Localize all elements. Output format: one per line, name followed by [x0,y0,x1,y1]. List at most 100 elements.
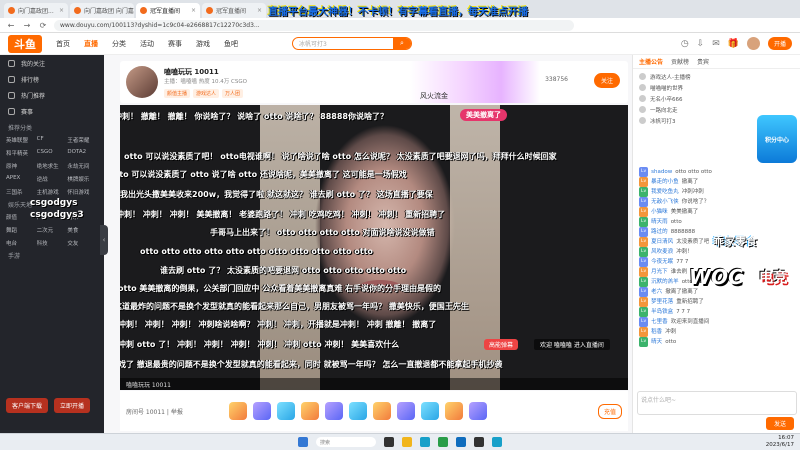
nav-home[interactable]: 首页 [56,39,70,49]
browser-tab[interactable]: 向门嘉政团 向门嘉政团× [70,3,134,18]
gift-item[interactable] [396,402,415,420]
close-tab-icon[interactable]: × [191,7,196,14]
sidebar-item-rank[interactable]: 排行榜 [0,71,104,87]
category-link[interactable]: 主机游戏 [37,188,68,196]
category-link[interactable]: 绝地求生 [37,162,68,170]
search-icon[interactable]: ⌕ [393,38,411,49]
danmaku: otto 可以说没素质了吧！ otto电视谁啊！ 说了啥说了啥 otto 怎么说… [124,152,557,161]
category-link[interactable]: 逆战 [37,175,68,183]
url-input[interactable]: www.douyu.com/100113?dyshid=1c9c04-e2668… [54,19,574,31]
list-item[interactable]: 一路向北走 [639,104,794,115]
download-icon[interactable]: ⇩ [697,39,705,49]
category-link[interactable]: APEX [6,175,37,183]
high-energy-danmaku-button[interactable]: 高能弹幕 [484,339,519,350]
category-link[interactable]: 英雄联盟 [6,136,37,144]
gift-item[interactable] [372,402,391,420]
close-tab-icon[interactable]: × [257,7,262,14]
streamer-avatar[interactable] [126,66,158,98]
reload-icon[interactable]: ⟳ [38,21,48,30]
level-badge: Lv [639,227,649,237]
os-taskbar: 搜索 16:07 2023/6/17 [0,433,800,450]
gift-item[interactable] [252,402,271,420]
nav-events[interactable]: 活动 [140,39,154,49]
category-link[interactable]: 王者荣耀 [67,136,98,144]
points-center-promo[interactable]: 积分中心 [757,115,797,163]
nav-games[interactable]: 游戏 [196,39,210,49]
category-link[interactable]: 科技 [37,239,68,247]
start-live-button[interactable]: 开播 [767,37,792,50]
go-live-button[interactable]: 立即开播 [54,398,91,413]
category-link[interactable]: DOTA2 [67,149,98,157]
nav-live[interactable]: 直播 [84,39,98,49]
category-link[interactable]: 永劫无间 [67,162,98,170]
search-input[interactable]: 冰帆可打3 ⌕ [292,37,412,50]
browser-tab[interactable]: 向门嘉政团... × [4,3,68,18]
gift-item[interactable] [276,402,295,420]
task-view-icon[interactable] [384,437,394,447]
tab-contribution[interactable]: 贡献榜 [671,57,689,66]
category-link[interactable]: 原神 [6,162,37,170]
recharge-button[interactable]: 充值 [597,403,622,419]
sidebar-item-events[interactable]: 赛事 [0,103,104,119]
tab-announcement[interactable]: 主播公告 [639,57,663,66]
room-tag[interactable]: 游戏达人 [193,89,220,98]
tab-vip[interactable]: 贵宾 [697,57,709,66]
level-badge: Lv [639,327,649,337]
level-badge: Lv [639,237,649,247]
chrome-icon[interactable] [438,437,448,447]
gift-item[interactable] [324,402,343,420]
room-tag[interactable]: 颜值主播 [164,89,191,98]
sidebar-collapse-handle[interactable]: ‹ [100,225,108,255]
send-button[interactable]: 发送 [765,417,794,430]
category-link[interactable]: 二次元 [37,226,68,234]
level-badge: Lv [639,267,649,277]
back-icon[interactable]: ← [6,21,16,30]
sidebar-item-hot[interactable]: 热门推荐 [0,87,104,103]
room-tag[interactable]: 万人团 [222,89,244,98]
browser-tab[interactable]: 冠军直播间 × [202,3,266,18]
nav-matches[interactable]: 赛事 [168,39,182,49]
category-link[interactable]: 和平精英 [6,149,37,157]
taskbar-search[interactable]: 搜索 [316,437,376,447]
gift-item[interactable] [228,402,247,420]
site-logo[interactable]: 斗鱼 [8,34,42,53]
sidebar-item-follow[interactable]: 我的关注 [0,55,104,71]
windows-start-icon[interactable] [298,437,308,447]
forward-icon[interactable]: → [22,21,32,30]
gift-item[interactable] [444,402,463,420]
close-tab-icon[interactable]: × [59,7,64,14]
gift-icon[interactable]: 🎁 [728,39,739,49]
gift-item[interactable] [348,402,367,420]
main-content: 嗑嗑玩玩 10011 主播：嗑嗑嗑 热度 10.4万 CSGO 颜值主播 游戏达… [104,55,632,433]
category-link[interactable]: 美食 [67,226,98,234]
edge-browser-icon[interactable] [420,437,430,447]
gift-item[interactable] [468,402,487,420]
avatar[interactable] [746,37,760,50]
history-icon[interactable]: ◷ [681,39,689,49]
category-link[interactable]: 怀旧游戏 [67,188,98,196]
store-icon[interactable] [456,437,466,447]
category-link[interactable]: 棋牌娱乐 [67,175,98,183]
steam-icon[interactable] [474,437,484,447]
list-item[interactable]: 喵喵喵的世界 [639,82,794,93]
category-link[interactable]: CF [37,136,68,144]
gift-item[interactable] [420,402,439,420]
app-icon[interactable] [492,437,502,447]
list-item[interactable]: 游戏达人-主播榜 [639,71,794,82]
nav-fishbar[interactable]: 鱼吧 [224,39,238,49]
file-explorer-icon[interactable] [402,437,412,447]
nav-category[interactable]: 分类 [112,39,126,49]
list-item[interactable]: 无名小卒666 [639,93,794,104]
gift-item[interactable] [300,402,319,420]
category-link[interactable]: 电台 [6,239,37,247]
category-link[interactable]: CSGO [37,149,68,157]
download-client-button[interactable]: 客户端下载 [6,398,49,413]
message-icon[interactable]: ✉ [712,39,720,49]
chat-input[interactable]: 说点什么吧~ [637,391,797,415]
browser-tab-active[interactable]: 冠军直播间 × [136,3,200,18]
system-clock[interactable]: 16:07 2023/6/17 [766,435,794,449]
category-link[interactable]: 三国杀 [6,188,37,196]
follow-button[interactable]: 关注 [593,73,620,88]
category-link[interactable]: 舞蹈 [6,226,37,234]
category-link[interactable]: 交友 [67,239,98,247]
